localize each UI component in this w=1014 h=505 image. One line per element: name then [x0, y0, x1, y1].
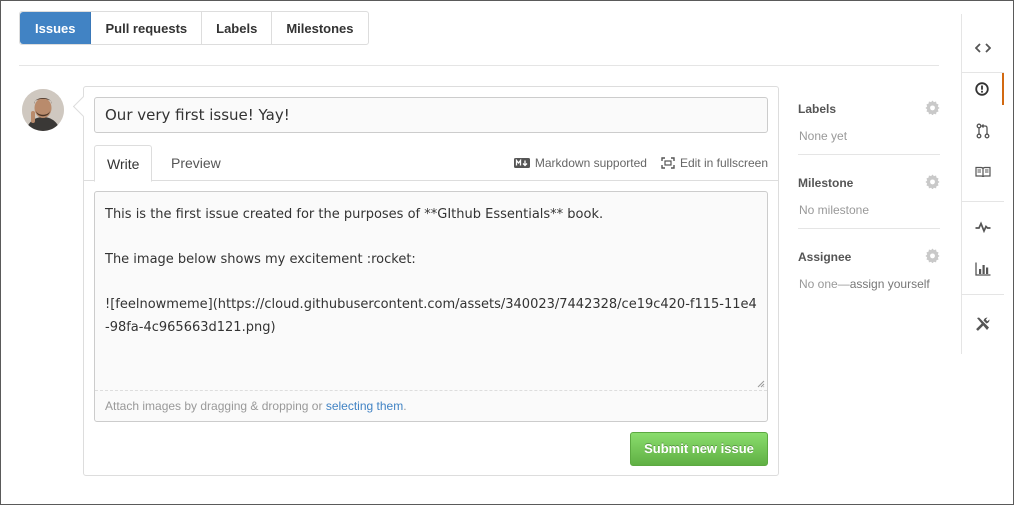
issues-subnav: Issues Pull requests Labels Milestones	[19, 11, 369, 45]
assignee-value: No one—assign yourself	[799, 277, 930, 291]
composer-toolbar: Markdown supported Edit in fullscreen	[500, 145, 768, 181]
fullscreen-icon	[661, 157, 675, 169]
rail-issues[interactable]	[962, 73, 1004, 105]
attach-images-bar: Attach images by dragging & dropping or …	[95, 390, 767, 421]
git-pull-request-icon	[976, 123, 990, 139]
submit-issue-button[interactable]: Submit new issue	[630, 432, 768, 466]
issue-body-text[interactable]: This is the first issue created for the …	[105, 204, 757, 384]
markdown-icon	[513, 158, 530, 168]
labels-gear-icon[interactable]	[925, 100, 940, 115]
tab-labels[interactable]: Labels	[202, 12, 273, 44]
divider	[798, 228, 940, 229]
milestone-heading: Milestone	[798, 176, 854, 190]
tab-issues[interactable]: Issues	[20, 12, 92, 44]
tab-pull-requests[interactable]: Pull requests	[91, 12, 203, 44]
assignee-none-text: No one—	[799, 277, 850, 291]
avatar-image	[22, 89, 64, 131]
resize-grip-icon[interactable]	[757, 380, 765, 388]
issue-opened-icon	[975, 82, 989, 96]
issue-title-input[interactable]: Our very first issue! Yay!	[94, 97, 768, 133]
repo-nav-rail	[961, 14, 1004, 354]
rail-graphs[interactable]	[962, 252, 1004, 286]
composer-tabs: Write Preview Markdown supported Edit in…	[84, 145, 778, 182]
rail-wiki[interactable]	[962, 155, 1004, 189]
tools-icon	[976, 317, 990, 331]
divider	[962, 294, 1004, 295]
select-files-link[interactable]: selecting them	[326, 399, 403, 413]
header-divider	[19, 65, 939, 66]
tab-write[interactable]: Write	[94, 145, 153, 182]
rail-settings[interactable]	[962, 307, 1004, 341]
rail-pulse[interactable]	[962, 210, 1004, 244]
assignee-gear-icon[interactable]	[925, 248, 940, 263]
pulse-icon	[975, 221, 991, 233]
fullscreen-button[interactable]: Edit in fullscreen	[661, 156, 768, 170]
assignee-heading: Assignee	[798, 250, 852, 264]
issue-body-textarea[interactable]: This is the first issue created for the …	[94, 191, 768, 422]
milestone-gear-icon[interactable]	[925, 174, 940, 189]
milestone-value: No milestone	[799, 203, 870, 217]
labels-heading: Labels	[798, 102, 837, 116]
code-icon	[975, 43, 991, 53]
tab-preview[interactable]: Preview	[159, 145, 233, 182]
fullscreen-label: Edit in fullscreen	[679, 156, 768, 170]
avatar[interactable]	[22, 89, 64, 131]
divider	[798, 154, 940, 155]
labels-value: None yet	[799, 129, 848, 143]
attach-hint-suffix: .	[403, 399, 407, 413]
markdown-help-link[interactable]: Markdown supported	[513, 156, 647, 170]
tab-milestones[interactable]: Milestones	[272, 12, 367, 44]
issue-composer: Our very first issue! Yay! Write Preview…	[83, 86, 779, 476]
assign-yourself-link[interactable]: assign yourself	[850, 277, 930, 291]
markdown-label: Markdown supported	[534, 156, 647, 170]
divider	[962, 201, 1004, 202]
attach-hint: Attach images by dragging & dropping or	[105, 399, 326, 413]
book-icon	[975, 166, 991, 178]
rail-code[interactable]	[962, 31, 1004, 65]
rail-pull-requests[interactable]	[962, 114, 1004, 148]
graph-icon	[975, 262, 991, 276]
